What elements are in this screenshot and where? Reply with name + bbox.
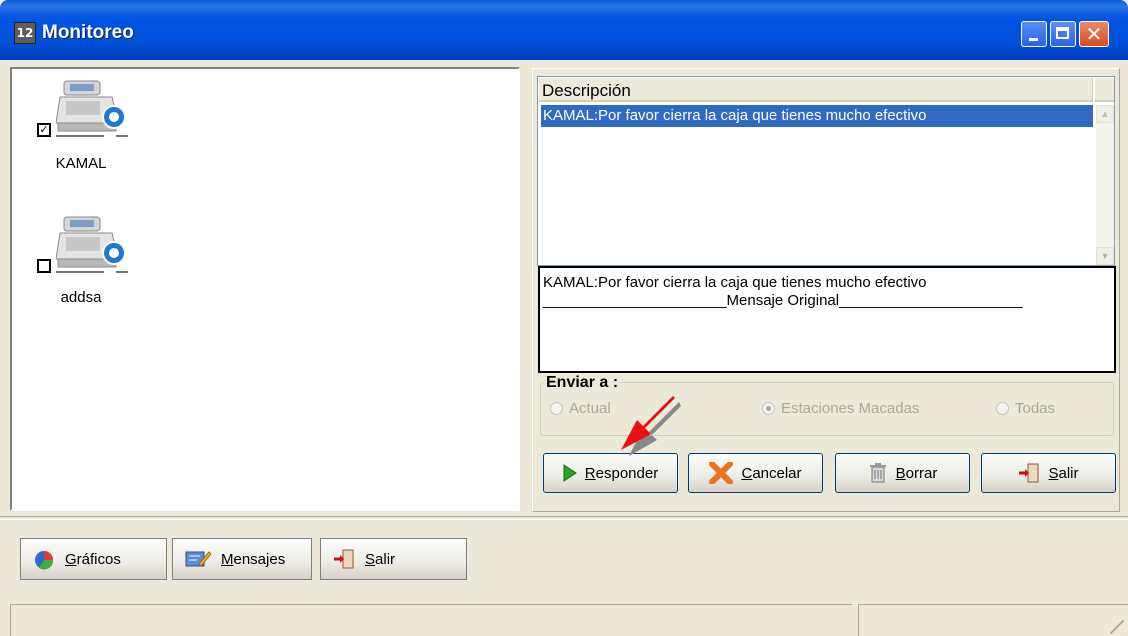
radio-circle-icon	[550, 402, 563, 415]
title-bar[interactable]: 12 Monitoreo ✕	[0, 0, 1128, 60]
radio-label: Estaciones Macadas	[781, 400, 920, 417]
message-icon	[185, 551, 211, 567]
column-header-filler	[1094, 78, 1114, 102]
cancelar-button[interactable]: Cancelar	[688, 453, 823, 493]
annotation-arrow-icon	[621, 396, 681, 456]
status-bar	[10, 604, 1128, 636]
borrar-button[interactable]: Borrar	[835, 453, 970, 493]
station-addsa[interactable]: addsa	[14, 211, 134, 331]
salir-button[interactable]: Salir	[981, 453, 1116, 493]
list-item[interactable]: KAMAL:Por favor cierra la caja que tiene…	[541, 105, 1093, 127]
play-icon	[563, 464, 577, 482]
resize-grip-icon[interactable]	[1110, 620, 1124, 634]
column-header-descripcion[interactable]: Descripción	[539, 78, 1093, 102]
scroll-down-icon[interactable]: ▼	[1096, 247, 1114, 265]
vertical-scrollbar[interactable]: ▲ ▼	[1096, 105, 1114, 265]
scroll-up-icon[interactable]: ▲	[1096, 105, 1114, 123]
messages-list[interactable]: Descripción KAMAL:Por favor cierra la ca…	[537, 76, 1115, 266]
station-checkbox[interactable]	[37, 259, 51, 273]
exit-door-icon	[1019, 463, 1039, 483]
radio-circle-icon	[996, 402, 1009, 415]
trash-icon	[869, 463, 886, 483]
salir-bottom-button[interactable]: Salir	[320, 538, 467, 580]
window-title: Monitoreo	[42, 22, 134, 43]
station-label: KAMAL	[55, 155, 107, 172]
station-checkbox[interactable]: ✓	[37, 123, 51, 137]
station-kamal[interactable]: ✓ KAMAL	[14, 75, 134, 195]
maximize-button[interactable]	[1050, 21, 1076, 47]
send-to-legend: Enviar a :	[544, 374, 621, 392]
exit-door-icon	[334, 549, 354, 569]
close-button[interactable]: ✕	[1079, 21, 1109, 47]
message-text-area[interactable]: KAMAL:Por favor cierra la caja que tiene…	[538, 266, 1116, 373]
status-pane-main	[10, 604, 852, 636]
stations-panel: ✓ KAMAL addsa	[10, 67, 520, 511]
radio-actual[interactable]: Actual	[550, 400, 611, 417]
cancel-x-icon	[709, 462, 734, 484]
chart-icon	[35, 551, 54, 570]
station-label: addsa	[60, 289, 102, 306]
minimize-button[interactable]	[1021, 21, 1047, 47]
cash-register-icon	[56, 80, 128, 137]
monitoreo-window: 12 Monitoreo ✕ ✓ KAMAL addsa Descripción…	[0, 0, 1128, 636]
radio-circle-icon	[762, 402, 775, 415]
radio-label: Todas	[1015, 400, 1056, 417]
radio-estaciones-macadas[interactable]: Estaciones Macadas	[762, 400, 919, 417]
separator	[0, 516, 1128, 520]
app-icon: 12	[14, 22, 36, 44]
mensajes-button[interactable]: Mensajes	[172, 538, 312, 580]
graficos-button[interactable]: Gráficos	[20, 538, 167, 580]
radio-label: Actual	[569, 400, 611, 417]
status-pane-secondary	[858, 604, 1128, 636]
radio-todas[interactable]: Todas	[996, 400, 1055, 417]
cash-register-icon	[56, 216, 128, 273]
close-icon: ✕	[1085, 22, 1103, 46]
